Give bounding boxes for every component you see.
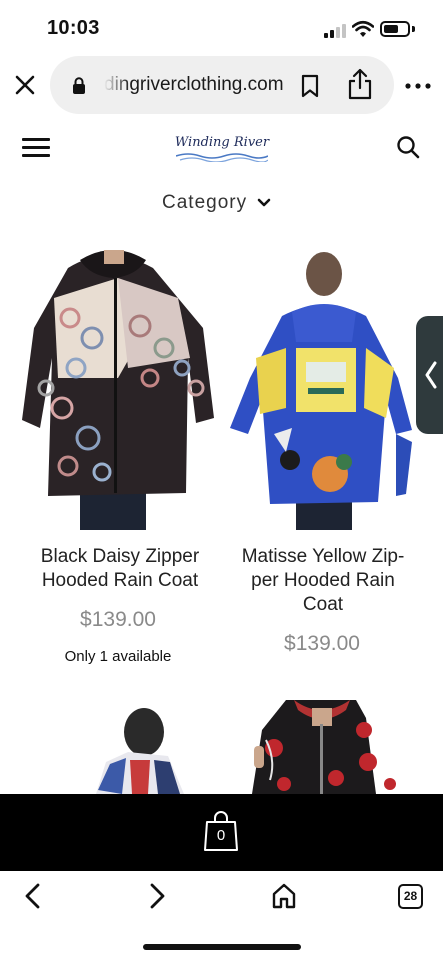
more-icon[interactable] [404,82,432,90]
blue-yellow-rain-coat-photo [226,238,418,530]
product-image[interactable] [226,238,418,530]
signal-strength-icon [324,24,346,38]
chevron-down-icon [257,198,271,207]
close-icon[interactable] [12,72,38,98]
wifi-icon [352,20,374,37]
side-panel-tab[interactable] [416,316,443,434]
product-stock: Only 1 available [64,648,172,665]
logo-text: Winding River [174,135,270,150]
product-title[interactable]: Matisse Yellow Zip-per Hooded Rain Coat [230,545,416,617]
cart-count: 0 [216,827,226,844]
tabs-count: 28 [403,889,418,903]
tabs-button[interactable]: 28 [398,884,423,909]
site-logo[interactable]: Winding River [170,128,274,168]
product-image[interactable] [18,700,218,794]
url-fade [104,72,130,100]
black-red-rose-coat-photo [226,700,418,794]
product-image[interactable] [18,238,218,530]
search-icon[interactable] [396,135,420,159]
striped-rain-coat-photo [18,700,218,794]
category-dropdown[interactable]: Category [162,190,271,216]
forward-icon[interactable] [146,881,168,911]
product-price: $139.00 [284,632,360,655]
product-title[interactable]: Black Daisy Zipper Hooded Rain Coat [22,545,218,593]
url-text[interactable]: dingriverclothing.com [104,74,289,98]
menu-icon[interactable] [22,136,52,158]
battery-icon [380,21,410,37]
product-price: $139.00 [80,608,156,631]
share-icon[interactable] [347,68,373,100]
back-icon[interactable] [22,881,44,911]
bookmark-icon[interactable] [300,74,320,98]
lock-icon [73,77,85,94]
home-indicator [143,944,301,950]
home-icon[interactable] [271,882,297,910]
status-bar: 10:03 [0,0,443,58]
product-image[interactable] [226,700,418,794]
category-label: Category [162,192,248,213]
chevron-left-icon [425,361,437,389]
battery-cap [412,26,415,32]
status-time: 10:03 [47,17,100,39]
black-floral-rain-coat-photo [18,238,218,530]
logo-wave-icon [176,153,268,162]
